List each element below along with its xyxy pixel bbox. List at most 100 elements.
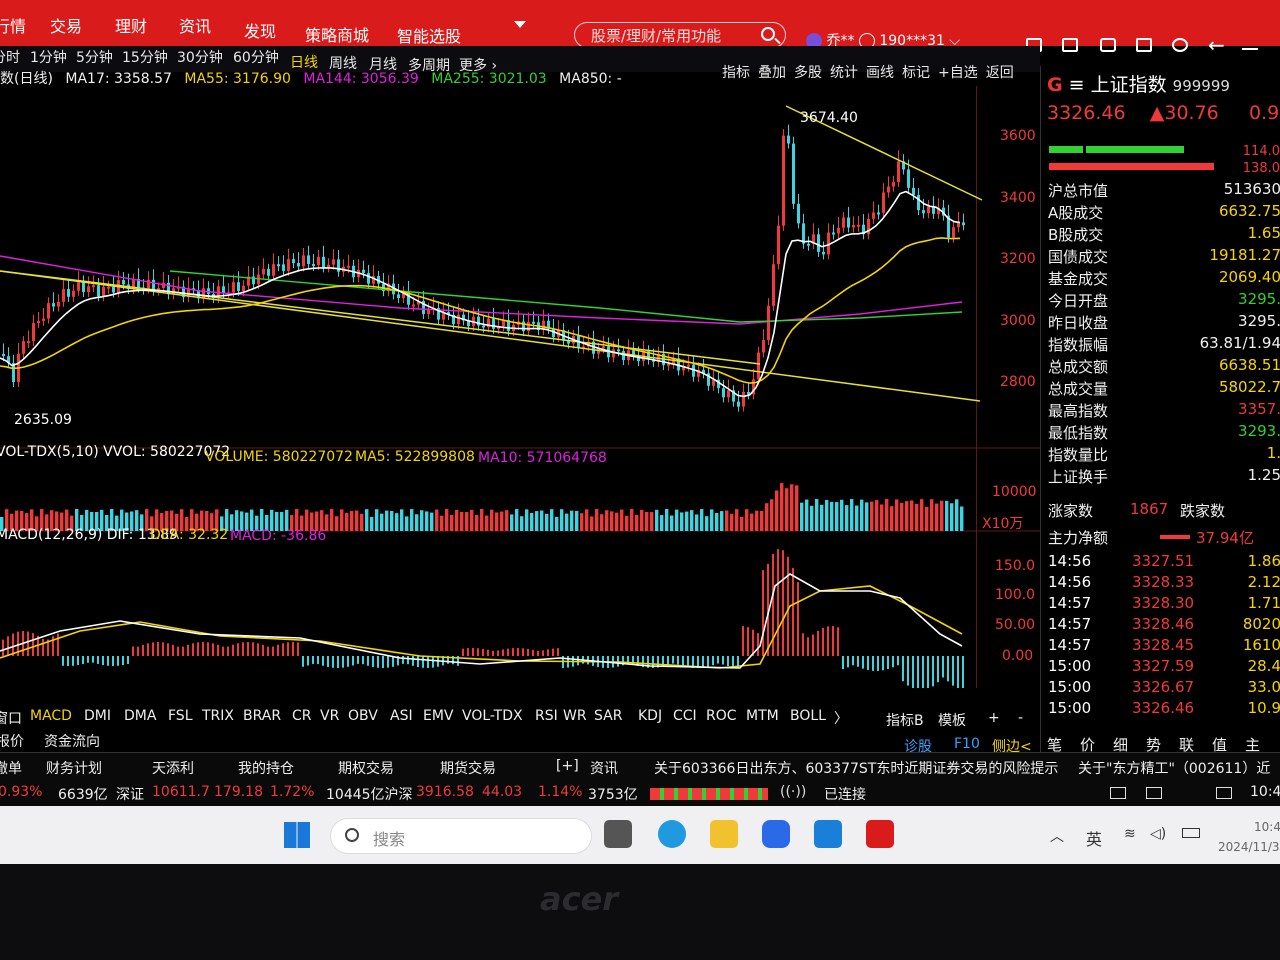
nav-item-market[interactable]: 行情: [0, 13, 26, 37]
search-icon[interactable]: [761, 27, 775, 41]
tab-15min[interactable]: 15分钟: [122, 47, 168, 67]
indicator-right-2[interactable]: +: [988, 710, 1000, 726]
indicator-tab-7[interactable]: CR: [292, 708, 312, 724]
indicator-tab-19[interactable]: MTM: [746, 708, 779, 724]
tab-60min[interactable]: 60分钟: [233, 47, 279, 67]
baidu-icon[interactable]: [762, 820, 790, 848]
indicator-tab-18[interactable]: ROC: [706, 708, 737, 724]
indicator-right-0[interactable]: 指标B: [886, 710, 924, 730]
function-item-7[interactable]: 资讯: [590, 758, 618, 778]
chevron-up-icon[interactable]: ︿: [1050, 826, 1064, 846]
tick-price: 3326.67: [1132, 678, 1195, 696]
wifi-icon[interactable]: ≋: [1124, 826, 1136, 842]
cube-icon[interactable]: [1100, 38, 1116, 52]
clock-time[interactable]: 10:4: [1254, 820, 1280, 834]
indicator-tab-2[interactable]: DMI: [84, 708, 111, 724]
kline-chart[interactable]: 3674.40 2635.09 3600 3400 3200 3000 2800…: [0, 86, 1040, 688]
function-item-5[interactable]: 期货交易: [440, 758, 496, 778]
edge-icon[interactable]: [658, 820, 686, 848]
folder-icon[interactable]: [710, 820, 738, 848]
tab-1min[interactable]: 1分钟: [30, 47, 67, 67]
indicator-tab-8[interactable]: VR: [320, 708, 339, 724]
trading-app-icon[interactable]: [866, 820, 894, 848]
toolbar-add-watch[interactable]: +自选: [938, 65, 978, 81]
message-icon[interactable]: [1110, 787, 1126, 799]
hs-value: 3916.58: [416, 784, 474, 800]
macd-bar: [487, 649, 489, 656]
indicator-tab-13[interactable]: RSI: [535, 708, 558, 724]
indicator-right-1[interactable]: 模板: [938, 710, 966, 730]
tick-volume: 1610: [1242, 636, 1280, 654]
candle-body: [222, 286, 225, 294]
gear-icon[interactable]: [1172, 38, 1188, 52]
indicator-tab-16[interactable]: KDJ: [638, 708, 662, 724]
nav-item-strategy-mall[interactable]: 策略商城: [305, 22, 369, 46]
formula-icon[interactable]: [1136, 38, 1152, 52]
candle-body: [327, 264, 330, 268]
indicator-tab-3[interactable]: DMA: [124, 708, 156, 724]
toolbar-stats[interactable]: 统计: [830, 65, 858, 81]
function-item-0[interactable]: 撤单: [0, 758, 22, 778]
macd-bar: [192, 643, 194, 656]
search-input[interactable]: 股票/理财/常用功能: [574, 22, 786, 48]
windows-start-icon[interactable]: [284, 822, 310, 848]
indicator-tab-12[interactable]: VOL-TDX: [462, 708, 523, 724]
speaker-icon[interactable]: ◁): [1150, 826, 1166, 842]
volume-bar: [770, 499, 774, 531]
candle-body: [52, 303, 55, 307]
taskbar-search[interactable]: 搜索: [330, 818, 592, 854]
toolbar-overlay[interactable]: 叠加: [758, 65, 786, 81]
indicator-tab-9[interactable]: OBV: [348, 708, 378, 724]
monitor-icon[interactable]: [1146, 787, 1162, 799]
function-item-8[interactable]: 关于603366日出东方、603377ST东时近期证券交易的风险提示: [654, 758, 1058, 778]
minimize-icon[interactable]: [1242, 48, 1258, 50]
indicator-tab-11[interactable]: EMV: [423, 708, 454, 724]
task-view-icon[interactable]: [604, 820, 632, 848]
tab-fund-flow[interactable]: 资金流向: [44, 731, 100, 751]
indicator-tab-10[interactable]: ASI: [390, 708, 413, 724]
indicator-tab-4[interactable]: FSL: [168, 708, 193, 724]
tab-5min[interactable]: 5分钟: [76, 47, 113, 67]
function-item-1[interactable]: 财务计划: [46, 758, 102, 778]
indicator-tab-20[interactable]: BOLL: [790, 708, 826, 724]
function-item-4[interactable]: 期权交易: [338, 758, 394, 778]
nav-item-discover[interactable]: 发现: [244, 18, 276, 42]
briefcase-icon[interactable]: [1216, 787, 1232, 799]
chevron-down-icon[interactable]: [514, 21, 526, 28]
nav-item-news[interactable]: 资讯: [179, 13, 211, 37]
function-item-2[interactable]: 天添利: [152, 758, 194, 778]
nav-item-smart-pick[interactable]: 智能选股: [397, 23, 461, 47]
store-icon[interactable]: [814, 820, 842, 848]
indicator-tab-14[interactable]: WR: [563, 708, 587, 724]
nav-item-trade[interactable]: 交易: [50, 13, 82, 37]
toolbar-multi-stock[interactable]: 多股: [794, 65, 822, 81]
indicator-tab-6[interactable]: BRAR: [243, 708, 281, 724]
indicator-tab-5[interactable]: TRIX: [202, 708, 234, 724]
indicator-right-3[interactable]: -: [1018, 710, 1023, 726]
indicator-tab-1[interactable]: MACD: [30, 708, 72, 724]
indicator-tab-21[interactable]: 〉: [834, 708, 848, 728]
indicator-tab-15[interactable]: SAR: [594, 708, 622, 724]
function-item-3[interactable]: 我的持仓: [238, 758, 294, 778]
tab-30min[interactable]: 30分钟: [177, 47, 223, 67]
trading-app-window: 行情 交易 理财 资讯 发现 策略商城 智能选股 股票/理财/常用功能 乔** …: [0, 0, 1280, 872]
battery-icon[interactable]: [1182, 828, 1200, 838]
indicator-tab-0[interactable]: 窗口: [0, 708, 22, 728]
clock-date[interactable]: 2024/11/3: [1218, 840, 1280, 854]
nav-item-wealth[interactable]: 理财: [115, 13, 147, 37]
tab-quote[interactable]: 报价: [0, 731, 24, 751]
tab-timeshare[interactable]: 分时: [0, 47, 20, 67]
toolbar-indicator[interactable]: 指标: [722, 65, 750, 81]
f10-button[interactable]: F10: [954, 736, 980, 752]
candle-body: [82, 282, 85, 293]
function-item-9[interactable]: 关于"东方精工"（002611）近: [1078, 758, 1270, 778]
toolbar-draw[interactable]: 画线: [866, 65, 894, 81]
back-arrow-icon[interactable]: ←: [1208, 33, 1225, 57]
toolbar-mark[interactable]: 标记: [902, 65, 930, 81]
function-item-6[interactable]: [+]: [556, 758, 579, 774]
ime-indicator[interactable]: 英: [1086, 826, 1102, 850]
toolbar-back[interactable]: 返回: [986, 65, 1014, 81]
volume-bar: [760, 510, 764, 531]
indicator-tab-17[interactable]: CCI: [673, 708, 697, 724]
edit-icon[interactable]: [1062, 38, 1078, 52]
